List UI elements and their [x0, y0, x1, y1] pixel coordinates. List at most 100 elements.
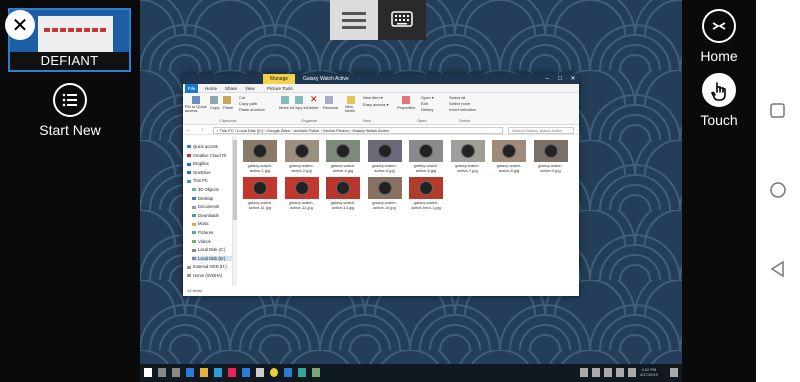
nav-item[interactable]: Documents — [192, 204, 232, 209]
app3-icon[interactable] — [312, 368, 320, 377]
file-thumbnail[interactable]: galaxy-watch-active-1.jpg — [243, 140, 277, 173]
nav-item[interactable]: Music — [192, 221, 232, 226]
forward-arrow-icon[interactable]: → — [193, 127, 198, 133]
menu-button[interactable] — [330, 0, 378, 40]
delete-button[interactable]: Delete — [307, 105, 319, 110]
file-thumbnail[interactable]: galaxy-watch-active-5.jpg — [367, 140, 402, 173]
paste-shortcut-button[interactable]: Paste shortcut — [239, 107, 265, 112]
app2-icon[interactable] — [298, 368, 306, 377]
taskbar-clock[interactable]: 4:02 PM 4/17/2019 — [640, 367, 658, 377]
open-button[interactable]: Open ▾ — [421, 95, 434, 100]
nav-item-label: Pictures — [198, 230, 214, 235]
nav-item-label: Local Disk (C:) — [198, 247, 226, 253]
nav-item-icon — [192, 188, 196, 192]
maximize-button[interactable]: □ — [554, 74, 566, 84]
properties-button[interactable]: Properties — [397, 105, 415, 110]
notifications-icon[interactable] — [670, 368, 678, 377]
nav-item[interactable]: Downloads — [192, 213, 232, 218]
file-name: galaxy-watch-active-2.jpg — [289, 163, 314, 173]
file-thumbnail[interactable]: galaxy-watch-active-7.jpg — [450, 140, 485, 173]
manage-tab[interactable]: Manage — [263, 74, 295, 84]
nav-item[interactable]: OneDrive — [187, 170, 211, 175]
file-thumbnail[interactable]: galaxy-watch-active-4.jpg — [326, 140, 360, 173]
move-to-button[interactable]: Move to — [279, 105, 293, 110]
nav-item[interactable]: Home (\\VDHA( — [187, 273, 222, 278]
network-icon[interactable] — [616, 368, 624, 377]
explorer-icon[interactable] — [200, 368, 208, 377]
tab-share[interactable]: Share — [225, 84, 237, 93]
tab-view[interactable]: View — [245, 84, 255, 93]
file-thumbnail[interactable]: galaxy-watch-active-9.jpg — [533, 140, 568, 173]
new-item-button[interactable]: New item ▾ — [363, 95, 383, 100]
easy-access-button[interactable]: Easy access ▾ — [363, 102, 389, 107]
task-view-icon[interactable] — [172, 368, 180, 377]
nav-scrollbar[interactable] — [233, 136, 237, 286]
app-icon[interactable] — [270, 368, 278, 377]
copy-button[interactable]: Copy — [210, 105, 219, 110]
volume-icon[interactable] — [628, 368, 636, 377]
back-arrow-icon[interactable]: ← — [186, 127, 191, 133]
tab-picture-tools[interactable]: Picture Tools — [267, 84, 293, 93]
start-icon[interactable] — [144, 368, 152, 377]
watch-photo — [450, 140, 485, 162]
select-all-button[interactable]: Select all — [449, 95, 465, 100]
nav-item[interactable]: Desktop — [192, 196, 232, 201]
keyboard-button[interactable] — [378, 0, 426, 40]
file-thumbnail[interactable]: galaxy-watch-active-6.jpg — [409, 140, 443, 173]
android-nav-bar — [756, 0, 800, 382]
search-icon[interactable] — [158, 368, 166, 377]
close-window-button[interactable]: ✕ — [567, 74, 579, 84]
edit-button[interactable]: Edit — [421, 101, 428, 106]
photoshop-icon[interactable] — [214, 368, 222, 377]
file-thumbnail[interactable]: galaxy-watch-active-hero-1.jpg — [409, 177, 443, 210]
rename-button[interactable]: Rename — [323, 105, 338, 110]
up-arrow-icon[interactable]: ↑ — [201, 127, 204, 133]
tray-icon[interactable] — [592, 368, 600, 377]
file-thumbnail[interactable]: galaxy-watch-active-12.jpg — [284, 177, 319, 210]
remote-desktop[interactable]: Manage Galaxy Watch Active – □ ✕ File Ho… — [140, 0, 682, 382]
store-icon[interactable] — [242, 368, 250, 377]
file-thumbnail[interactable]: galaxy-watch-active-2.jpg — [284, 140, 319, 173]
file-thumbnail[interactable]: galaxy-watch-active-8.jpg — [492, 140, 526, 173]
touch-button[interactable]: Touch — [682, 73, 756, 128]
vscode-icon[interactable] — [284, 368, 292, 377]
steam-icon[interactable] — [256, 368, 264, 377]
start-new-button[interactable]: Start New — [0, 83, 140, 138]
invert-selection-button[interactable]: Invert selection — [449, 107, 476, 112]
chrome-icon[interactable] — [228, 368, 236, 377]
file-thumbnail[interactable]: galaxy-watch-active-14.jpg — [367, 177, 402, 210]
cut-button[interactable]: Cut — [239, 95, 245, 100]
copy-to-button[interactable]: Copy to — [293, 105, 307, 110]
copy-path-button[interactable]: Copy path — [239, 101, 257, 106]
nav-item[interactable]: Pictures — [192, 230, 232, 235]
nav-item[interactable]: External HDD (H:) — [187, 264, 227, 269]
minimize-button[interactable]: – — [541, 74, 553, 84]
tab-home[interactable]: Home — [205, 84, 217, 93]
search-input[interactable]: Search Galaxy Watch Active — [508, 127, 574, 134]
file-explorer-window[interactable]: Manage Galaxy Watch Active – □ ✕ File Ho… — [183, 74, 579, 296]
history-button[interactable]: History — [421, 107, 433, 112]
tab-file[interactable]: File — [185, 84, 199, 93]
tray-icon[interactable] — [580, 368, 588, 377]
new-folder-button[interactable]: New folder — [345, 105, 359, 113]
home-arrows-icon — [702, 9, 736, 43]
home-button[interactable]: Home — [682, 9, 756, 64]
nav-item[interactable]: Creative Cloud Fil — [187, 153, 226, 158]
edge-icon[interactable] — [186, 368, 194, 377]
address-bar[interactable]: › This PC › Local Disk (D:) › Google Dri… — [213, 127, 503, 134]
file-thumbnail[interactable]: galaxy-watch-active-11.jpg — [243, 177, 277, 210]
nav-item[interactable]: Quick access — [187, 144, 218, 149]
pin-button[interactable]: Pin to Quick access — [185, 105, 207, 113]
paste-button[interactable]: Paste — [223, 105, 233, 110]
select-none-button[interactable]: Select none — [449, 101, 470, 106]
status-bar: 13 items — [187, 288, 203, 293]
nav-item[interactable]: 3D Objects — [192, 187, 232, 192]
nav-item[interactable]: Local Disk (C:) — [192, 247, 232, 252]
nav-item[interactable]: Dropbox — [187, 161, 209, 166]
nav-item[interactable]: Local Disk (D:) — [192, 255, 232, 261]
tray-icon[interactable] — [604, 368, 612, 377]
nav-item[interactable]: This PC — [187, 178, 208, 183]
file-thumbnail[interactable]: galaxy-watch-active-13.jpg — [326, 177, 360, 210]
close-session-button[interactable]: ✕ — [5, 10, 35, 40]
nav-item[interactable]: Videos — [192, 239, 232, 244]
